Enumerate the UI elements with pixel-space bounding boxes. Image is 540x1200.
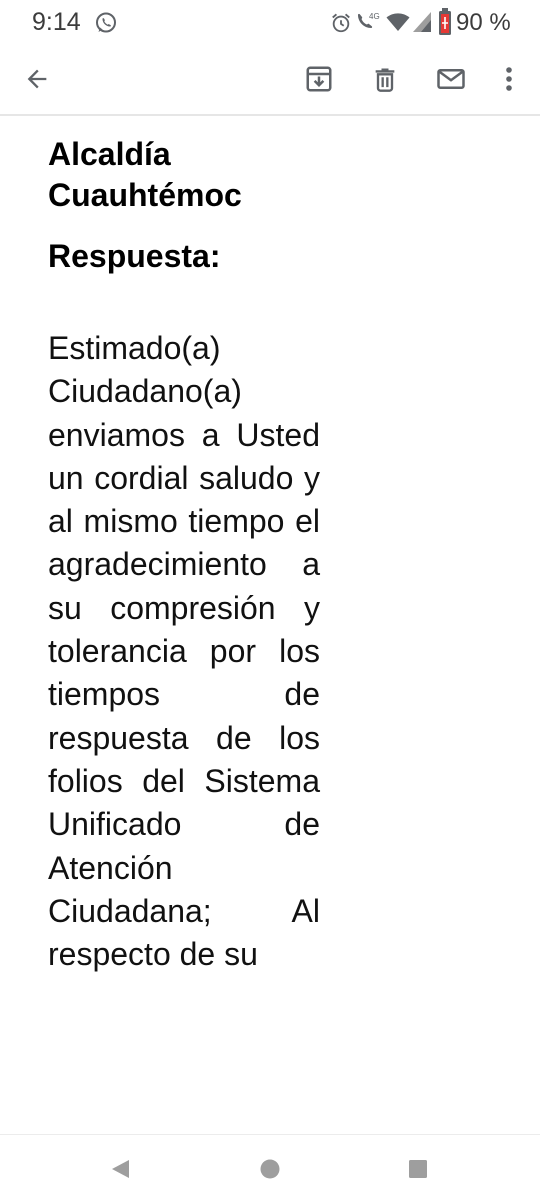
signal-icon [413, 12, 431, 32]
home-circle-icon [260, 1159, 280, 1179]
message-text: Estimado(a) Ciudadano(a) enviamos a Uste… [48, 330, 320, 973]
mail-icon [437, 69, 465, 89]
svg-text:4G: 4G [369, 12, 380, 21]
whatsapp-icon [96, 12, 116, 33]
mark-unread-button[interactable] [426, 54, 476, 104]
status-bar: 9:14 4G 90 % [0, 0, 540, 46]
response-label: Respuesta: [48, 238, 221, 274]
wifi-icon [386, 13, 410, 31]
nav-recents-button[interactable] [398, 1149, 438, 1189]
back-arrow-icon [27, 69, 47, 89]
battery-icon [439, 8, 451, 35]
more-vert-icon [506, 67, 512, 91]
email-toolbar [0, 46, 540, 112]
back-button[interactable] [12, 54, 62, 104]
navigation-bar [0, 1134, 540, 1200]
archive-icon [306, 66, 332, 92]
archive-button[interactable] [294, 54, 344, 104]
alarm-icon [332, 13, 350, 33]
recents-square-icon [409, 1160, 427, 1178]
battery-percent: 90 % [456, 9, 511, 36]
status-time: 9:14 [32, 8, 81, 36]
call-4g-icon: 4G [358, 12, 380, 28]
sender-name: Alcaldía Cuauhtémoc [48, 136, 242, 213]
nav-back-button[interactable] [100, 1149, 140, 1189]
more-options-button[interactable] [486, 54, 532, 104]
back-triangle-icon [112, 1160, 129, 1178]
email-body: Alcaldía Cuauhtémoc Respuesta: Estimado(… [48, 134, 320, 976]
toolbar-divider [0, 114, 540, 116]
delete-icon [375, 68, 395, 92]
delete-button[interactable] [360, 54, 410, 104]
email-screen: 9:14 4G 90 % Alcaldía Cuauhtémoc Respues… [0, 0, 540, 1200]
nav-home-button[interactable] [250, 1149, 290, 1189]
